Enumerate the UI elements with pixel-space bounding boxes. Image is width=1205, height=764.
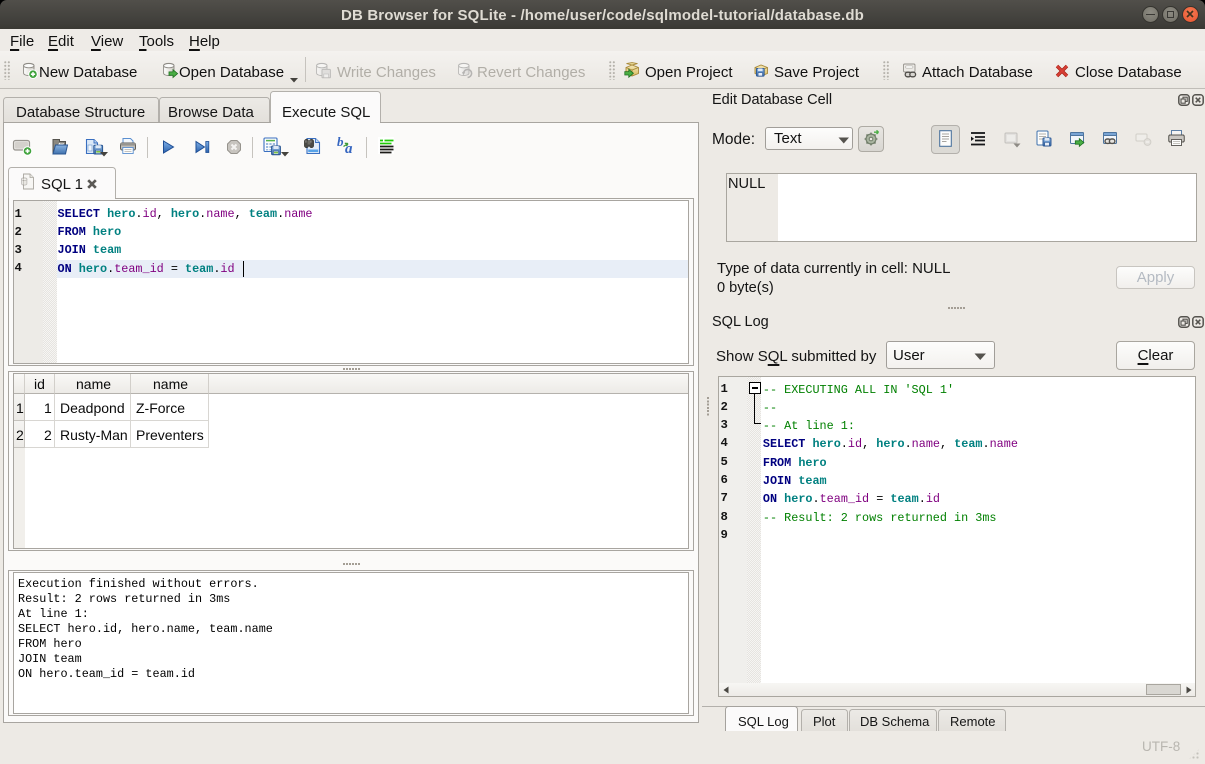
- svg-text:b: b: [337, 134, 344, 149]
